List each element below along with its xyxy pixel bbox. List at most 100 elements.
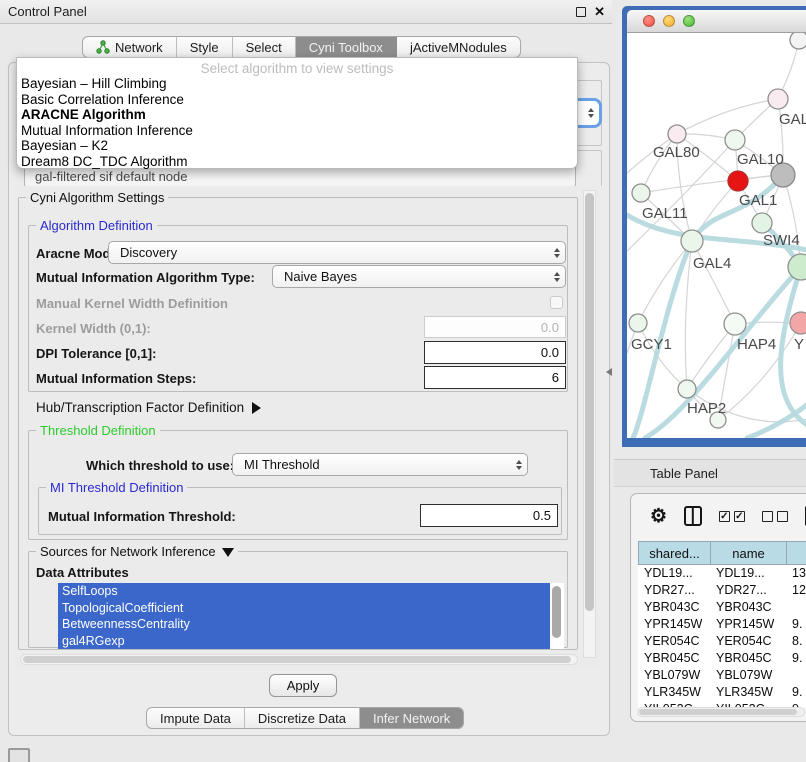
panel-title: Control Panel — [8, 4, 87, 19]
tab-infer-network[interactable]: Infer Network — [360, 708, 463, 728]
table-cell: YDR27... — [638, 582, 710, 599]
tab-discretize-data[interactable]: Discretize Data — [245, 708, 360, 728]
tab-impute-data[interactable]: Impute Data — [147, 708, 245, 728]
network-edge[interactable] — [641, 175, 783, 193]
dropdown-item[interactable]: Dream8 DC_TDC Algorithm — [17, 154, 577, 170]
mi-algorithm-type-combobox[interactable]: Naive Bayes — [272, 265, 566, 288]
manual-kernel-width-checkbox[interactable] — [550, 296, 563, 309]
sources-title[interactable]: Sources for Network Inference — [36, 544, 238, 559]
float-window-icon[interactable] — [576, 7, 586, 17]
network-node[interactable] — [629, 314, 647, 332]
list-item[interactable]: BetweennessCentrality — [58, 616, 550, 633]
node-label: GAL1 — [739, 192, 777, 209]
table-cell: YDL19... — [710, 565, 786, 582]
close-traffic-light[interactable] — [643, 15, 655, 27]
dropdown-item[interactable]: Mutual Information Inference — [17, 123, 577, 139]
list-item[interactable]: SelfLoops — [58, 583, 550, 600]
which-threshold-value: MI Threshold — [244, 457, 320, 472]
kernel-width-input[interactable]: 0.0 — [424, 316, 566, 338]
tab-select[interactable]: Select — [233, 37, 296, 57]
dropdown-item[interactable]: ARACNE Algorithm — [17, 107, 577, 123]
tab-cyni-toolbox[interactable]: Cyni Toolbox — [296, 37, 397, 57]
table-row[interactable]: YDL19...YDL19...13 — [638, 565, 806, 582]
close-icon[interactable]: ✕ — [594, 4, 605, 20]
network-edge[interactable] — [638, 241, 692, 323]
which-threshold-combobox[interactable]: MI Threshold — [232, 453, 528, 476]
scrollbar-thumb[interactable] — [23, 656, 571, 663]
aracne-mode-combobox[interactable]: Discovery — [108, 241, 566, 264]
network-edge[interactable] — [677, 99, 778, 134]
network-node[interactable] — [768, 89, 788, 109]
table-row[interactable]: YBR045CYBR045C9. — [638, 650, 806, 667]
table-cell: YLR345W — [710, 684, 786, 701]
table-row[interactable]: YBL079WYBL079W — [638, 667, 806, 684]
dropdown-item[interactable]: Bayesian – Hill Climbing — [17, 76, 577, 92]
column-header[interactable] — [786, 541, 806, 565]
tab-label: Select — [246, 40, 282, 55]
network-node[interactable] — [632, 184, 650, 202]
settings-horizontal-scrollbar[interactable] — [20, 654, 578, 665]
network-node[interactable] — [681, 230, 703, 252]
apply-button[interactable]: Apply — [269, 674, 337, 697]
show-columns-icon[interactable]: ✓✓ — [719, 511, 745, 522]
network-node[interactable] — [752, 213, 772, 233]
mi-steps-value: 6 — [552, 370, 559, 385]
hide-columns-icon[interactable] — [762, 511, 788, 522]
list-scrollbar[interactable] — [552, 586, 561, 638]
table-row[interactable]: YPR145WYPR145W9. — [638, 616, 806, 633]
settings-vertical-scrollbar[interactable] — [583, 190, 596, 658]
gear-icon[interactable]: ⚙ — [650, 507, 667, 526]
table-row[interactable]: YBR043CYBR043C — [638, 599, 806, 616]
dpi-tolerance-input[interactable]: 0.0 — [424, 341, 566, 364]
table-row[interactable]: YLR345WYLR345W9. — [638, 684, 806, 701]
kernel-width-value: 0.0 — [541, 320, 559, 335]
list-item[interactable]: TopologicalCoefficient — [58, 600, 550, 617]
column-header[interactable]: name — [710, 541, 786, 565]
divider-collapse-icon[interactable] — [606, 368, 612, 376]
node-label: HAP2 — [687, 400, 726, 417]
table-row[interactable]: YDR27...YDR27...12 — [638, 582, 806, 599]
dropdown-items: Bayesian – Hill ClimbingBasic Correlatio… — [17, 76, 577, 170]
hub-definition-expander[interactable]: Hub/Transcription Factor Definition — [36, 400, 261, 415]
mi-threshold-input[interactable]: 0.5 — [420, 504, 558, 527]
network-canvas[interactable]: GALGAL80GAL10GAL1SWI4GAL11GAL4GCY1HAP4YH… — [627, 33, 806, 438]
network-node[interactable] — [724, 313, 746, 335]
network-node[interactable] — [728, 171, 748, 191]
network-node[interactable] — [790, 33, 806, 49]
list-item[interactable]: gal4RGexp — [58, 633, 550, 650]
network-edge[interactable] — [685, 241, 692, 389]
network-edge[interactable] — [641, 134, 677, 193]
tab-label: Style — [190, 40, 219, 55]
data-attributes-list[interactable]: SelfLoopsTopologicalCoefficientBetweenne… — [58, 583, 564, 649]
scrollbar-thumb[interactable] — [585, 193, 594, 611]
cyni-algorithm-settings-title: Cyni Algorithm Settings — [26, 190, 168, 205]
table-cell: YDR27... — [710, 582, 786, 599]
network-view-window: GALGAL80GAL10GAL1SWI4GAL11GAL4GCY1HAP4YH… — [622, 6, 806, 447]
table-cell: 9. — [786, 616, 806, 633]
tab-style[interactable]: Style — [177, 37, 233, 57]
tab-network[interactable]: Network — [83, 37, 177, 57]
zoom-traffic-light[interactable] — [683, 15, 695, 27]
network-edge[interactable] — [692, 241, 735, 324]
unchecked-box-icon — [777, 511, 788, 522]
scrollbar-thumb[interactable] — [639, 709, 797, 715]
table-cell: YBL079W — [710, 667, 786, 684]
minimize-traffic-light[interactable] — [663, 15, 675, 27]
aracne-mode-value: Discovery — [120, 245, 177, 260]
network-node[interactable] — [790, 312, 806, 334]
network-node[interactable] — [725, 130, 745, 150]
mi-steps-input[interactable]: 6 — [424, 366, 566, 389]
docked-panel-icon[interactable] — [8, 748, 30, 762]
column-header[interactable]: shared... — [638, 541, 710, 565]
dropdown-item[interactable]: Bayesian – K2 — [17, 138, 577, 154]
tab-jactivemnodules[interactable]: jActiveMNodules — [397, 37, 520, 57]
manual-kernel-width-label: Manual Kernel Width Definition — [36, 296, 228, 311]
split-columns-icon[interactable] — [684, 506, 702, 526]
table-row[interactable]: YER054CYER054C8. — [638, 633, 806, 650]
network-window-titlebar[interactable] — [627, 10, 806, 33]
dropdown-item[interactable]: Basic Correlation Inference — [17, 92, 577, 108]
table-horizontal-scrollbar[interactable] — [637, 707, 805, 717]
network-node[interactable] — [678, 380, 696, 398]
table-cell — [786, 667, 806, 684]
network-node[interactable] — [668, 125, 686, 143]
